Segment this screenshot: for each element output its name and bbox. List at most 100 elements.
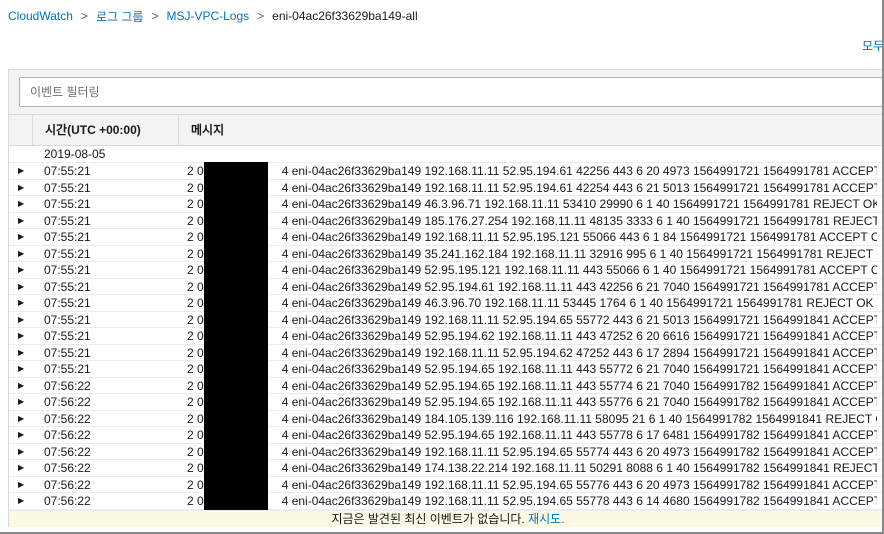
- event-message-prefix: 2 0: [187, 230, 204, 244]
- expand-caret-icon[interactable]: ▶: [18, 477, 26, 493]
- view-all-link[interactable]: 모두: [862, 37, 882, 54]
- expand-caret-icon[interactable]: ▶: [18, 444, 26, 460]
- redaction-block: [204, 426, 268, 444]
- log-events-list: 2019-08-05 ▶ 07:55:21 2 0 4 eni-04ac26f3362…: [9, 146, 882, 510]
- retry-link[interactable]: 재시도.: [528, 512, 564, 526]
- no-more-events-text: 지금은 발견된 최신 이벤트가 없습니다.: [331, 512, 525, 526]
- breadcrumb-cloudwatch-link[interactable]: CloudWatch: [8, 9, 73, 23]
- event-message: 2 0 4 eni-04ac26f33629ba149 52.95.194.65 …: [187, 427, 877, 443]
- event-time: 07:55:21: [44, 197, 91, 211]
- event-time: 07:55:21: [44, 296, 91, 310]
- redaction-block: [204, 261, 268, 279]
- log-event-row[interactable]: ▶ 07:56:22 2 0 4 eni-04ac26f33629ba149 184.…: [9, 409, 882, 428]
- redaction-block: [204, 211, 268, 230]
- event-message-prefix: 2 0: [187, 494, 204, 508]
- expand-caret-icon[interactable]: ▶: [18, 394, 26, 410]
- event-message: 2 0 4 eni-04ac26f33629ba149 192.168.11.11…: [187, 345, 877, 361]
- cloudwatch-log-events-page: CloudWatch > 로그 그룹 > MSJ-VPC-Logs > eni-…: [0, 0, 884, 534]
- log-event-row[interactable]: ▶ 07:56:22 2 0 4 eni-04ac26f33629ba149 192.…: [9, 475, 882, 494]
- breadcrumb-separator: >: [257, 9, 265, 23]
- event-message: 2 0 4 eni-04ac26f33629ba149 192.168.11.11…: [187, 493, 877, 509]
- event-message-text: 4 eni-04ac26f33629ba149 192.168.11.11 52…: [281, 477, 877, 492]
- event-message-text: 4 eni-04ac26f33629ba149 35.241.162.184 1…: [281, 246, 877, 261]
- event-time: 07:56:22: [44, 411, 91, 426]
- log-event-row[interactable]: ▶ 07:55:21 2 0 4 eni-04ac26f33629ba149 52.9…: [9, 327, 882, 345]
- expand-caret-icon[interactable]: ▶: [18, 196, 26, 212]
- log-event-row[interactable]: ▶ 07:55:21 2 0 4 eni-04ac26f33629ba149 46.3…: [9, 294, 882, 312]
- event-message-prefix: 2 0: [187, 395, 204, 409]
- expand-caret-icon[interactable]: ▶: [18, 229, 26, 245]
- event-message-text: 4 eni-04ac26f33629ba149 192.168.11.11 52…: [281, 444, 877, 459]
- event-time: 07:56:22: [44, 444, 91, 459]
- event-time: 07:55:21: [44, 312, 91, 327]
- log-event-row[interactable]: ▶ 07:55:21 2 0 4 eni-04ac26f33629ba149 192.…: [9, 178, 882, 197]
- log-event-row[interactable]: ▶ 07:56:22 2 0 4 eni-04ac26f33629ba149 192.…: [9, 492, 882, 510]
- expand-caret-icon[interactable]: ▶: [18, 213, 26, 229]
- log-event-row[interactable]: ▶ 07:55:21 2 0 4 eni-04ac26f33629ba149 52.9…: [9, 360, 882, 378]
- filter-events-input[interactable]: [20, 78, 882, 106]
- event-time: 07:56:22: [44, 395, 91, 409]
- log-event-row[interactable]: ▶ 07:55:21 2 0 4 eni-04ac26f33629ba149 192.…: [9, 162, 882, 180]
- breadcrumb-log-groups-link[interactable]: 로그 그룹: [96, 8, 144, 25]
- event-message: 2 0 4 eni-04ac26f33629ba149 52.95.195.121…: [187, 262, 877, 278]
- log-event-row[interactable]: ▶ 07:55:21 2 0 4 eni-04ac26f33629ba149 35.2…: [9, 244, 882, 263]
- date-group-label: 2019-08-05: [9, 146, 882, 163]
- event-message-text: 4 eni-04ac26f33629ba149 174.138.22.214 1…: [281, 461, 877, 475]
- event-message-prefix: 2 0: [187, 312, 204, 327]
- redaction-block: [204, 195, 268, 213]
- event-message-prefix: 2 0: [187, 461, 204, 475]
- event-message: 2 0 4 eni-04ac26f33629ba149 174.138.22.21…: [187, 460, 877, 476]
- expand-caret-icon[interactable]: ▶: [18, 180, 26, 196]
- event-time: 07:55:21: [44, 263, 91, 277]
- log-event-row[interactable]: ▶ 07:55:21 2 0 4 eni-04ac26f33629ba149 46.3…: [9, 195, 882, 213]
- event-message: 2 0 4 eni-04ac26f33629ba149 192.168.11.11…: [187, 163, 877, 179]
- event-message-prefix: 2 0: [187, 213, 204, 228]
- expand-caret-icon[interactable]: ▶: [18, 411, 26, 427]
- redaction-block: [204, 310, 268, 329]
- log-event-row[interactable]: ▶ 07:56:22 2 0 4 eni-04ac26f33629ba149 52.9…: [9, 376, 882, 395]
- event-time: 07:56:22: [44, 428, 91, 442]
- log-event-row[interactable]: ▶ 07:55:21 2 0 4 eni-04ac26f33629ba149 192.…: [9, 343, 882, 362]
- event-time: 07:55:21: [44, 362, 91, 376]
- expand-caret-icon[interactable]: ▶: [18, 460, 26, 476]
- expand-caret-icon[interactable]: ▶: [18, 163, 26, 179]
- event-message-text: 4 eni-04ac26f33629ba149 52.95.194.65 192…: [281, 378, 877, 393]
- log-event-row[interactable]: ▶ 07:55:21 2 0 4 eni-04ac26f33629ba149 185.…: [9, 211, 882, 230]
- event-message: 2 0 4 eni-04ac26f33629ba149 52.95.194.65 …: [187, 394, 877, 410]
- log-event-row[interactable]: ▶ 07:56:22 2 0 4 eni-04ac26f33629ba149 52.9…: [9, 393, 882, 411]
- redaction-block: [204, 178, 268, 197]
- log-event-row[interactable]: ▶ 07:55:21 2 0 4 eni-04ac26f33629ba149 192.…: [9, 228, 882, 246]
- log-event-row[interactable]: ▶ 07:56:22 2 0 4 eni-04ac26f33629ba149 52.9…: [9, 426, 882, 444]
- log-event-row[interactable]: ▶ 07:55:21 2 0 4 eni-04ac26f33629ba149 52.9…: [9, 277, 882, 296]
- event-time: 07:56:22: [44, 477, 91, 492]
- event-message: 2 0 4 eni-04ac26f33629ba149 46.3.96.70 19…: [187, 295, 877, 311]
- expand-caret-icon[interactable]: ▶: [18, 246, 26, 262]
- breadcrumb-separator: >: [80, 9, 88, 23]
- expand-caret-icon[interactable]: ▶: [18, 361, 26, 377]
- breadcrumb-log-group-link[interactable]: MSJ-VPC-Logs: [166, 9, 249, 23]
- event-message-text: 4 eni-04ac26f33629ba149 46.3.96.70 192.1…: [281, 296, 874, 310]
- time-column-header[interactable]: 시간(UTC +00:00): [33, 115, 179, 146]
- event-message-text: 4 eni-04ac26f33629ba149 52.95.194.61 192…: [281, 279, 877, 294]
- event-message-text: 4 eni-04ac26f33629ba149 52.95.194.65 192…: [281, 362, 877, 376]
- expand-caret-icon[interactable]: ▶: [18, 345, 26, 361]
- redaction-block: [204, 294, 268, 312]
- log-event-row[interactable]: ▶ 07:56:22 2 0 4 eni-04ac26f33629ba149 192.…: [9, 442, 882, 461]
- expand-caret-icon[interactable]: ▶: [18, 295, 26, 311]
- event-message: 2 0 4 eni-04ac26f33629ba149 52.95.194.65 …: [187, 361, 877, 377]
- expand-caret-icon[interactable]: ▶: [18, 427, 26, 443]
- event-time: 07:55:21: [44, 180, 91, 195]
- log-event-row[interactable]: ▶ 07:55:21 2 0 4 eni-04ac26f33629ba149 52.9…: [9, 261, 882, 279]
- event-message: 2 0 4 eni-04ac26f33629ba149 185.176.27.25…: [187, 213, 877, 229]
- expand-caret-icon[interactable]: ▶: [18, 279, 26, 295]
- expand-caret-icon[interactable]: ▶: [18, 262, 26, 278]
- redaction-block: [204, 244, 268, 263]
- expand-caret-icon[interactable]: ▶: [18, 312, 26, 328]
- event-message-prefix: 2 0: [187, 362, 204, 376]
- event-time: 07:55:21: [44, 279, 91, 294]
- expand-caret-icon[interactable]: ▶: [18, 378, 26, 394]
- log-event-row[interactable]: ▶ 07:55:21 2 0 4 eni-04ac26f33629ba149 192.…: [9, 310, 882, 329]
- log-event-row[interactable]: ▶ 07:56:22 2 0 4 eni-04ac26f33629ba149 174.…: [9, 459, 882, 477]
- expand-caret-icon[interactable]: ▶: [18, 493, 26, 509]
- expand-caret-icon[interactable]: ▶: [18, 328, 26, 344]
